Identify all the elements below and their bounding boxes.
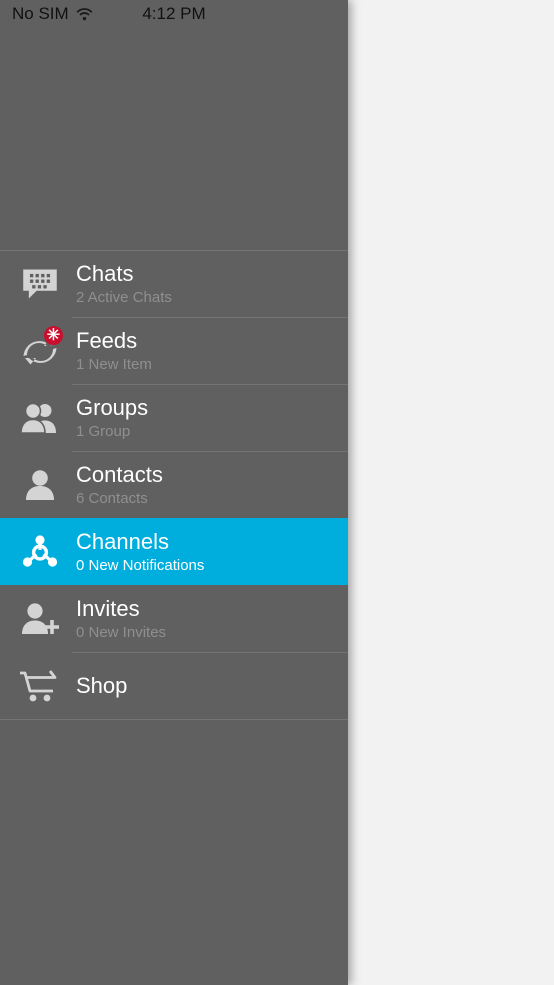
sidebar-item-subtitle: 6 Contacts (76, 489, 148, 507)
new-item-badge: ✳ (43, 325, 64, 346)
sidebar-item-subtitle: 1 New Item (76, 355, 152, 373)
sidebar-item-label: Groups (76, 394, 149, 420)
row-divider (72, 384, 348, 385)
sidebar-item-shop[interactable]: Shop (0, 652, 348, 719)
row-text: Groups 1 Group (72, 395, 148, 441)
sidebar-item-channels[interactable]: Channels 0 New Notifications (0, 518, 348, 585)
clock-label: 4:12 PM (142, 4, 206, 23)
sidebar-item-subtitle: 1 Group (76, 422, 131, 440)
row-text: Chats 2 Active Chats (72, 261, 172, 307)
sidebar-item-label: Chats (76, 260, 134, 286)
row-text: Feeds 1 New Item (72, 328, 152, 374)
drawer-bottom-divider (0, 719, 348, 720)
bbm-chat-bubble-icon (23, 268, 57, 299)
sidebar-item-subtitle: 0 New Notifications (76, 556, 205, 574)
sidebar-item-subtitle: 0 New Invites (76, 623, 167, 641)
sidebar-item-invites[interactable]: Invites 0 New Invites (0, 585, 348, 652)
icon-container: ✳ (8, 317, 72, 384)
row-text: Shop (72, 673, 127, 699)
icon-container (8, 451, 72, 518)
row-divider (72, 652, 348, 653)
sidebar-item-label: Contacts (76, 461, 163, 487)
icon-container (8, 250, 72, 317)
sidebar-item-label: Feeds (76, 327, 138, 353)
sidebar-item-chats[interactable]: Chats 2 Active Chats (0, 250, 348, 317)
icon-container (8, 585, 72, 652)
status-bar-left: No SIM 4:12 PM (0, 0, 348, 28)
shopping-cart-icon (20, 669, 57, 701)
drawer-empty-space (0, 28, 348, 250)
icon-container (8, 518, 72, 585)
row-text: Channels 0 New Notifications (72, 529, 204, 575)
phone-screen: D.I.Y ideas j'adore L'absolu (0, 0, 554, 985)
channels-content-panel: D.I.Y ideas j'adore L'absolu (348, 0, 554, 985)
sidebar-item-feeds[interactable]: ✳ Feeds 1 New Item (0, 317, 348, 384)
sidebar-item-contacts[interactable]: Contacts 6 Contacts (0, 451, 348, 518)
row-divider (0, 719, 348, 720)
person-add-icon (22, 602, 59, 634)
row-text: Contacts 6 Contacts (72, 462, 163, 508)
sidebar-item-label: Channels (76, 528, 169, 554)
sidebar-item-label: Shop (76, 672, 128, 698)
icon-container (8, 384, 72, 451)
person-icon (26, 469, 54, 500)
sidebar-item-subtitle: 2 Active Chats (76, 288, 172, 306)
navigation-drawer: No SIM 4:12 PM Chats 2 Active Chats ✳ Fe… (0, 0, 348, 985)
sidebar-item-groups[interactable]: Groups 1 Group (0, 384, 348, 451)
row-divider (72, 451, 348, 452)
sidebar-item-label: Invites (76, 595, 140, 621)
row-divider (72, 317, 348, 318)
icon-container (8, 652, 72, 719)
two-people-icon (20, 402, 56, 434)
row-text: Invites 0 New Invites (72, 596, 166, 642)
channels-hub-icon (22, 534, 58, 567)
